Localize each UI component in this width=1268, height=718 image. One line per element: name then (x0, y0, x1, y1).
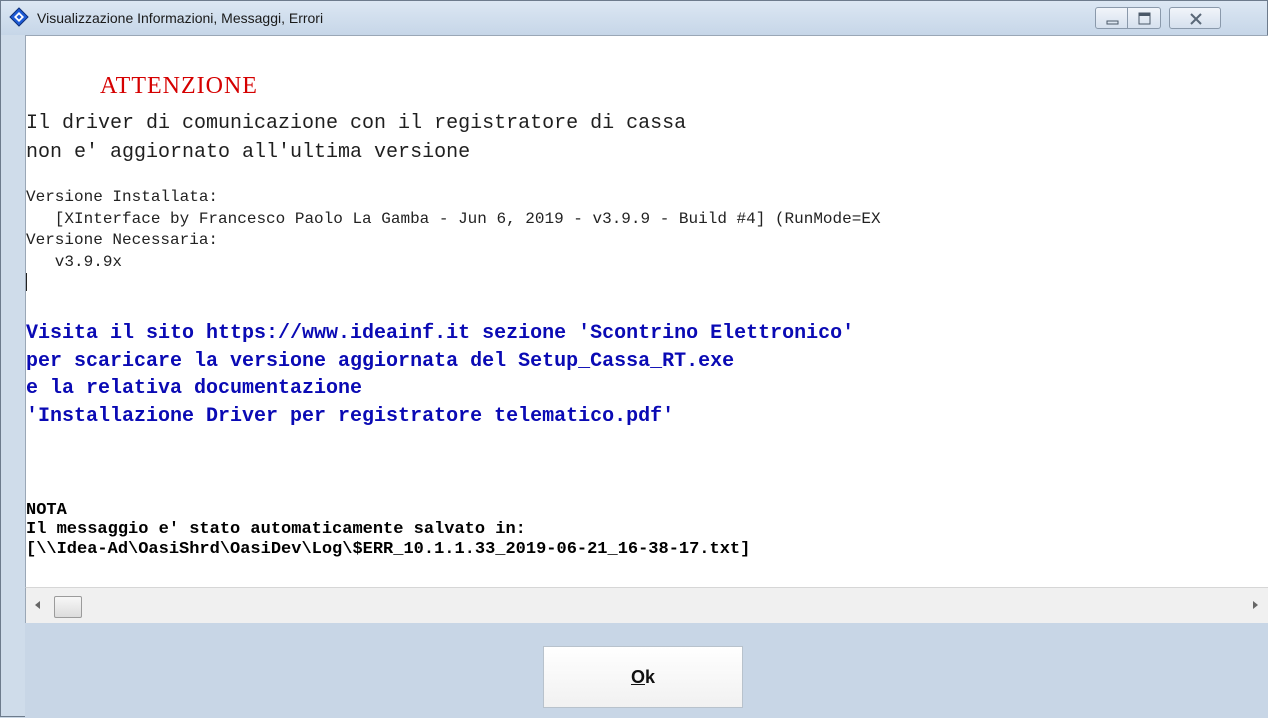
note-log-path: [\\Idea-Ad\OasiShrd\OasiDev\Log\$ERR_10.… (26, 540, 751, 559)
note-line-1: Il messaggio e' stato automaticamente sa… (26, 520, 526, 539)
title-bar[interactable]: Visualizzazione Informazioni, Messaggi, … (1, 1, 1267, 35)
intro-line-2: non e' aggiornato all'ultima versione (26, 141, 471, 164)
message-text-area[interactable]: ATTENZIONE Il driver di comunicazione co… (25, 35, 1268, 587)
visit-site-line-1: Visita il sito https://www.ideainf.it se… (26, 322, 855, 345)
ok-button-label: k (645, 666, 656, 687)
text-cursor (26, 273, 27, 291)
maximize-icon (1138, 12, 1151, 25)
ok-button[interactable]: Ok (543, 646, 743, 708)
message-dialog: Visualizzazione Informazioni, Messaggi, … (0, 0, 1268, 718)
close-button[interactable] (1169, 7, 1221, 29)
attention-heading: ATTENZIONE (100, 73, 258, 99)
visit-site-line-3: e la relativa documentazione (26, 377, 363, 400)
diamond-app-icon (9, 7, 29, 27)
close-icon (1190, 13, 1202, 25)
scroll-left-icon[interactable] (32, 598, 44, 612)
required-version-value: v3.9.9x (26, 253, 123, 271)
intro-line-1: Il driver di comunicazione con il regist… (26, 112, 687, 135)
installed-version-value: [XInterface by Francesco Paolo La Gamba … (26, 210, 881, 228)
horizontal-scrollbar[interactable] (25, 587, 1268, 623)
scrollbar-thumb[interactable] (54, 596, 82, 618)
visit-site-line-2: per scaricare la versione aggiornata del… (26, 350, 735, 373)
dialog-footer: Ok (25, 623, 1268, 718)
minimize-button[interactable] (1095, 7, 1128, 29)
ok-button-mnemonic: O (630, 666, 645, 687)
window-title: Visualizzazione Informazioni, Messaggi, … (37, 10, 324, 26)
maximize-button[interactable] (1128, 7, 1161, 29)
installed-version-label: Versione Installata: (26, 188, 219, 206)
note-label: NOTA (26, 501, 67, 520)
required-version-label: Versione Necessaria: (26, 231, 219, 249)
minimize-icon (1106, 20, 1119, 25)
visit-site-line-4: 'Installazione Driver per registratore t… (26, 405, 675, 428)
scroll-right-icon[interactable] (1249, 598, 1261, 612)
